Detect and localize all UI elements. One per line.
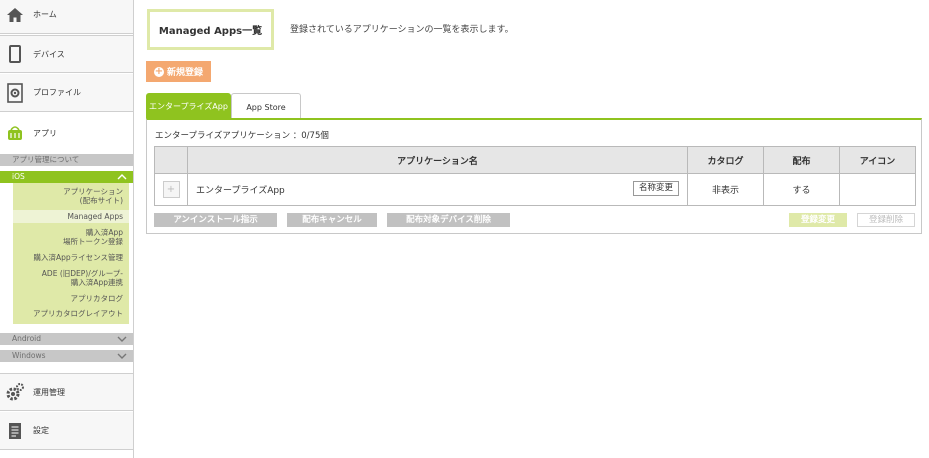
- row-expand-cell: +: [154, 173, 188, 206]
- sidebar-item-app[interactable]: アプリ: [0, 113, 133, 153]
- plus-circle-icon: +: [153, 65, 164, 77]
- submenu-item-vpp-token[interactable]: 購入済App 場所トークン登録: [13, 228, 129, 248]
- app-basket-icon: [4, 122, 26, 144]
- sidebar-section-windows[interactable]: Windows: [0, 350, 133, 362]
- document-icon: [4, 420, 26, 442]
- column-header-icon: アイコン: [839, 146, 916, 174]
- sidebar-item-label: 設定: [33, 426, 49, 435]
- delete-target-devices-button[interactable]: 配布対象デバイス削除: [387, 213, 510, 227]
- sidebar-item-device[interactable]: デバイス: [0, 35, 133, 73]
- new-registration-button[interactable]: + 新規登録: [146, 61, 211, 82]
- column-header-distribution: 配布: [763, 146, 840, 174]
- sidebar-item-label: プロファイル: [33, 88, 81, 97]
- tab-app-store[interactable]: App Store: [231, 93, 301, 120]
- section-label: Android: [12, 334, 41, 343]
- section-label: iOS: [12, 172, 25, 181]
- chevron-up-icon: [117, 171, 127, 183]
- chevron-down-icon: [117, 350, 127, 362]
- column-header-app-name: アプリケーション名: [187, 146, 688, 174]
- table-row: + エンタープライズApp 名称変更 非表示 する: [154, 173, 916, 206]
- tab-enterprise-app[interactable]: エンタープライズApp: [146, 93, 231, 120]
- apps-panel: エンタープライズアプリケーション ：0/75個 アプリケーション名 カタログ 配…: [146, 118, 922, 234]
- sidebar-item-settings[interactable]: 設定: [0, 412, 133, 450]
- submenu-item-catalog-layout[interactable]: アプリカタログレイアウト: [13, 309, 129, 319]
- chevron-down-icon: [117, 333, 127, 345]
- app-root: ホーム デバイス プロファイル アプリ アプリ管理について iOS アプリケーシ…: [0, 0, 929, 458]
- submenu-item-managed-apps[interactable]: Managed Apps: [13, 210, 129, 223]
- submenu-item-application[interactable]: アプリケーション (配布サイト): [13, 187, 129, 207]
- submenu-item-app-catalog[interactable]: アプリカタログ: [13, 294, 129, 304]
- cancel-distribution-button[interactable]: 配布キャンセル: [287, 213, 377, 227]
- column-header-catalog: カタログ: [687, 146, 764, 174]
- sidebar-item-profile[interactable]: プロファイル: [0, 74, 133, 112]
- ios-submenu: アプリケーション (配布サイト) Managed Apps 購入済App 場所ト…: [13, 183, 129, 324]
- sidebar-item-label: ホーム: [33, 10, 57, 19]
- uninstall-button[interactable]: アンインストール指示: [154, 213, 277, 227]
- sidebar: ホーム デバイス プロファイル アプリ アプリ管理について iOS アプリケーシ…: [0, 0, 134, 458]
- sidebar-item-label: 運用管理: [33, 387, 65, 397]
- sidebar-item-operations[interactable]: 運用管理: [0, 373, 133, 411]
- section-label: Windows: [12, 351, 46, 360]
- app-name-cell: エンタープライズApp 名称変更: [187, 173, 688, 206]
- column-header-select: [154, 146, 188, 174]
- gears-icon: [4, 381, 26, 403]
- icon-cell: [839, 173, 916, 206]
- sidebar-item-label: アプリ: [33, 128, 57, 138]
- sidebar-item-home[interactable]: ホーム: [0, 0, 133, 34]
- app-name: エンタープライズApp: [196, 186, 285, 196]
- sidebar-section-android[interactable]: Android: [0, 333, 133, 345]
- sidebar-item-label: デバイス: [33, 49, 65, 59]
- section-label: アプリ管理について: [12, 155, 80, 164]
- submenu-item-vpp-license[interactable]: 購入済Appライセンス管理: [13, 253, 129, 263]
- new-registration-label: 新規登録: [166, 68, 203, 78]
- table-header-row: アプリケーション名 カタログ 配布 アイコン: [154, 146, 916, 174]
- page-title: Managed Apps一覧: [147, 9, 274, 50]
- apps-table: アプリケーション名 カタログ 配布 アイコン + エンタープライズApp 名称変…: [154, 146, 916, 206]
- catalog-cell: 非表示: [687, 173, 764, 206]
- profile-gear-icon: [4, 82, 26, 104]
- distribution-cell: する: [763, 173, 840, 206]
- device-icon: [4, 43, 26, 65]
- save-changes-button[interactable]: 登録変更: [789, 213, 847, 227]
- sidebar-section-ios[interactable]: iOS: [0, 171, 133, 183]
- delete-registration-button[interactable]: 登録削除: [857, 213, 915, 227]
- panel-caption: エンタープライズアプリケーション ：0/75個: [155, 131, 329, 141]
- page-description: 登録されているアプリケーションの一覧を表示します。: [290, 25, 514, 35]
- home-icon: [4, 4, 26, 26]
- submenu-item-ade-link[interactable]: ADE (旧DEP)/グループ- 購入済App連携: [13, 269, 129, 289]
- sidebar-section-app-about[interactable]: アプリ管理について: [0, 154, 133, 166]
- expand-plus-icon[interactable]: +: [162, 181, 180, 198]
- rename-button[interactable]: 名称変更: [632, 181, 679, 196]
